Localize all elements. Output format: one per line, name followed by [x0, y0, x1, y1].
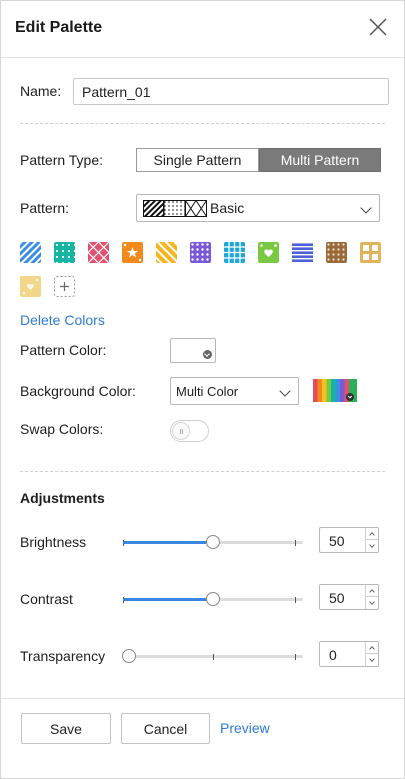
pattern-select-value: Basic — [210, 200, 245, 216]
cancel-button[interactable]: Cancel — [121, 713, 210, 744]
stepper-up-icon[interactable] — [366, 528, 378, 540]
brightness-stepper[interactable]: 50 — [319, 527, 379, 553]
swatch-brown-dots[interactable] — [326, 242, 347, 263]
slider-fill — [123, 541, 213, 544]
background-color-value: Multi Color — [176, 384, 239, 399]
transparency-slider[interactable] — [122, 646, 303, 666]
footer-divider — [1, 698, 404, 699]
name-input[interactable] — [73, 78, 389, 105]
swatch-stars[interactable] — [122, 242, 143, 263]
swatch-polka-dots[interactable] — [54, 242, 75, 263]
stepper-up-icon[interactable] — [366, 585, 378, 597]
swap-colors-label: Swap Colors: — [20, 421, 104, 437]
swatch-tan-grid[interactable] — [360, 242, 381, 263]
brightness-slider[interactable] — [123, 532, 303, 552]
swatch-wide-diagonal-stripes[interactable] — [156, 242, 177, 263]
multi-pattern-option[interactable]: Multi Pattern — [259, 148, 381, 172]
pattern-color-label: Pattern Color: — [20, 342, 107, 358]
slider-thumb[interactable] — [206, 592, 220, 606]
slider-track — [123, 654, 303, 660]
stepper-up-icon[interactable] — [366, 642, 378, 654]
contrast-stepper[interactable]: 50 — [319, 584, 379, 610]
stepper-down-icon[interactable] — [366, 597, 378, 609]
transparency-label: Transparency — [20, 648, 106, 664]
contrast-label: Contrast — [20, 591, 73, 607]
stepper-down-icon[interactable] — [366, 540, 378, 552]
chevron-down-icon — [279, 385, 291, 397]
brightness-value: 50 — [329, 533, 345, 549]
divider — [20, 123, 385, 124]
panel-header: Edit Palette — [1, 1, 404, 58]
plus-icon[interactable] — [54, 276, 75, 297]
chevron-down-icon — [360, 202, 372, 214]
swatch-hearts[interactable] — [258, 242, 279, 263]
slider-tick — [295, 597, 296, 603]
save-button[interactable]: Save — [21, 713, 111, 744]
preview-link[interactable]: Preview — [220, 720, 270, 736]
transparency-value: 0 — [329, 647, 337, 663]
toggle-knob — [172, 422, 190, 440]
stepper-down-icon[interactable] — [366, 654, 378, 666]
swatch-diagonal-stripes[interactable] — [20, 242, 41, 263]
stepper-buttons — [365, 528, 378, 552]
slider-tick — [295, 540, 296, 546]
swatch-diamond-lattice[interactable] — [88, 242, 109, 263]
brightness-label: Brightness — [20, 534, 87, 550]
slider-thumb[interactable] — [206, 535, 220, 549]
single-pattern-option[interactable]: Single Pattern — [136, 148, 259, 172]
swatch-dot-grid[interactable] — [190, 242, 211, 263]
chevron-down-icon — [203, 350, 212, 359]
swap-colors-toggle[interactable] — [170, 420, 209, 442]
slider-fill — [123, 598, 213, 601]
divider — [20, 471, 385, 472]
background-color-label: Background Color: — [20, 383, 136, 399]
contrast-value: 50 — [329, 590, 345, 606]
swatch-horizontal-stripes[interactable] — [292, 242, 313, 263]
stepper-buttons — [365, 642, 378, 666]
delete-colors-link[interactable]: Delete Colors — [20, 312, 105, 328]
stepper-buttons — [365, 585, 378, 609]
background-color-select[interactable]: Multi Color — [170, 377, 299, 405]
contrast-slider[interactable] — [123, 589, 303, 609]
slider-tick — [213, 654, 214, 660]
pattern-color-picker[interactable] — [170, 338, 216, 363]
pattern-label: Pattern: — [20, 200, 70, 216]
swatch-cream-hearts[interactable] — [20, 276, 41, 297]
pattern-select[interactable]: Basic — [136, 194, 380, 222]
multi-color-picker[interactable] — [311, 377, 359, 404]
name-label: Name: — [20, 83, 62, 99]
edit-palette-panel: Edit Palette Name: Pattern Type: Single … — [0, 0, 405, 779]
adjustments-title: Adjustments — [20, 490, 105, 506]
slider-tick — [295, 654, 296, 660]
close-icon[interactable] — [368, 17, 388, 37]
pattern-type-label: Pattern Type: — [20, 152, 104, 168]
swatch-square-grid[interactable] — [224, 242, 245, 263]
panel-title: Edit Palette — [15, 19, 103, 36]
pattern-preview-icon — [143, 200, 207, 217]
transparency-stepper[interactable]: 0 — [319, 641, 379, 667]
slider-thumb[interactable] — [122, 649, 136, 663]
